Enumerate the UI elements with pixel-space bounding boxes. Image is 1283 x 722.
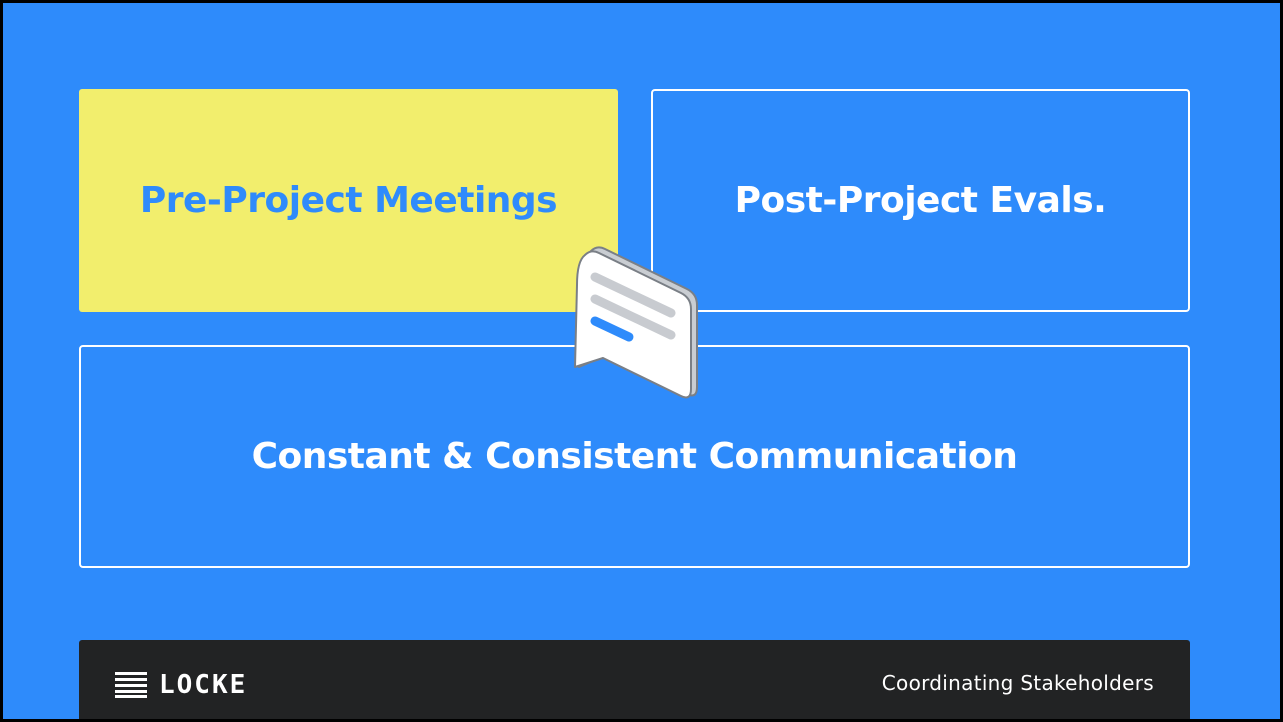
locke-logo-icon bbox=[115, 672, 147, 698]
brand-name: LOCKE bbox=[159, 670, 248, 700]
chat-bubble-icon bbox=[574, 246, 698, 399]
footer-caption: Coordinating Stakeholders bbox=[881, 671, 1154, 695]
footer-bar: LOCKE Coordinating Stakeholders bbox=[79, 640, 1190, 719]
pre-project-meetings-box: Pre-Project Meetings bbox=[79, 89, 618, 312]
post-project-evals-box: Post-Project Evals. bbox=[651, 89, 1190, 312]
brand-logo: LOCKE bbox=[115, 670, 247, 700]
slide: Pre-Project Meetings Post-Project Evals.… bbox=[3, 3, 1280, 719]
post-project-evals-label: Post-Project Evals. bbox=[734, 180, 1107, 221]
pre-project-meetings-label: Pre-Project Meetings bbox=[139, 180, 558, 221]
communication-label: Constant & Consistent Communication bbox=[251, 436, 1018, 477]
